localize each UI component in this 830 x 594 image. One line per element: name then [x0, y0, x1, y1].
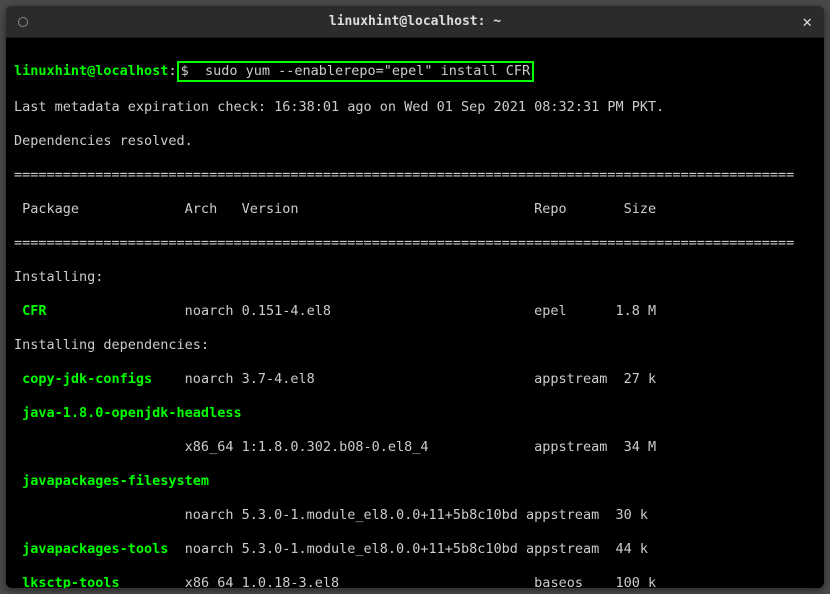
window-menu-icon[interactable]: [18, 17, 28, 27]
package-row: x86_64 1:1.8.0.302.b08-0.el8_4 appstream…: [14, 439, 816, 456]
prompt-dollar: $: [181, 63, 189, 79]
separator: ========================================…: [14, 235, 816, 252]
package-row: copy-jdk-configs noarch 3.7-4.el8 appstr…: [14, 371, 816, 388]
pkg-name: javapackages-filesystem: [14, 473, 209, 489]
pkg-info: noarch 5.3.0-1.module_el8.0.0+11+5b8c10b…: [14, 507, 648, 523]
package-row: javapackages-tools noarch 5.3.0-1.module…: [14, 541, 816, 558]
terminal-output[interactable]: linuxhint@localhost: $ sudo yum --enabler…: [6, 38, 824, 588]
pkg-info: noarch 0.151-4.el8 epel 1.8 M: [47, 303, 657, 319]
titlebar: linuxhint@localhost: ~ ✕: [6, 6, 824, 38]
pkg-name: lksctp-tools: [14, 575, 120, 588]
package-row: java-1.8.0-openjdk-headless: [14, 405, 816, 422]
close-icon[interactable]: ✕: [802, 12, 812, 31]
pkg-info: noarch 5.3.0-1.module_el8.0.0+11+5b8c10b…: [168, 541, 648, 557]
package-row: noarch 5.3.0-1.module_el8.0.0+11+5b8c10b…: [14, 507, 816, 524]
deps-resolved: Dependencies resolved.: [14, 133, 816, 150]
pkg-info: x86_64 1:1.8.0.302.b08-0.el8_4 appstream…: [14, 439, 656, 455]
prompt-colon: :: [168, 63, 176, 79]
package-row: lksctp-tools x86_64 1.0.18-3.el8 baseos …: [14, 575, 816, 588]
separator: ========================================…: [14, 167, 816, 184]
pkg-name: java-1.8.0-openjdk-headless: [14, 405, 242, 421]
installing-header: Installing:: [14, 269, 816, 286]
table-header: Package Arch Version Repo Size: [14, 201, 816, 218]
pkg-info: x86_64 1.0.18-3.el8 baseos 100 k: [120, 575, 656, 588]
command-text: sudo yum --enablerepo="epel" install CFR: [189, 63, 530, 79]
package-row: javapackages-filesystem: [14, 473, 816, 490]
metadata-line: Last metadata expiration check: 16:38:01…: [14, 99, 816, 116]
installing-deps-header: Installing dependencies:: [14, 337, 816, 354]
pkg-name: CFR: [14, 303, 47, 319]
pkg-name: javapackages-tools: [14, 541, 168, 557]
prompt-user: linuxhint@localhost: [14, 63, 168, 79]
terminal-window: linuxhint@localhost: ~ ✕ linuxhint@local…: [6, 6, 824, 588]
package-row: CFR noarch 0.151-4.el8 epel 1.8 M: [14, 303, 816, 320]
window-title: linuxhint@localhost: ~: [329, 14, 501, 29]
pkg-name: copy-jdk-configs: [14, 371, 152, 387]
pkg-info: noarch 3.7-4.el8 appstream 27 k: [152, 371, 656, 387]
